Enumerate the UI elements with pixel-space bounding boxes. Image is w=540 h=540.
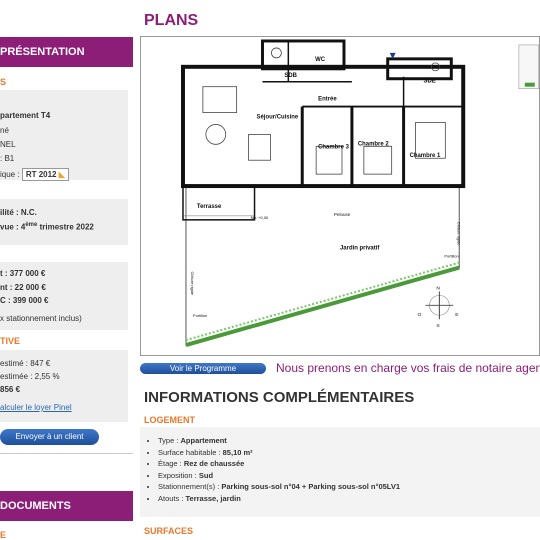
info-label: Atouts : (158, 493, 186, 503)
logement-box: Type : Appartement Surface habitable : 8… (140, 427, 540, 517)
info-label: Stationnement(s) : (158, 482, 222, 491)
calc-rent-link[interactable]: alculer le loyer Pinel (0, 403, 72, 412)
lot-state: né (0, 126, 9, 135)
floor-plan-svg: SDB WC SDE Entrée Séjour/Cuisine Chambre… (140, 36, 540, 356)
lot-label: ique : RT 2012 ◣ (0, 168, 69, 181)
fence-label-1: Clôture rigide (190, 272, 195, 296)
lot-type: partement T4 (0, 111, 51, 120)
documents-header-label: DOCUMENTS (0, 500, 71, 512)
price-line-2: nt : 22 000 € (0, 283, 46, 292)
terrace-label: Terrasse (197, 204, 222, 210)
presentation-header: PRÉSENTATION (0, 37, 133, 67)
notary-fees-banner[interactable]: Nous prenons en charge vos frais de nota… (276, 361, 540, 375)
info-value: Appartement (180, 436, 227, 445)
rent-card: estimé : 847 € estimée : 2,55 % 856 € al… (0, 350, 128, 422)
yield-estimate: estimée : 2,55 % (0, 372, 60, 381)
compass-o: O (418, 312, 422, 318)
info-value: Sud (198, 470, 214, 480)
info-label: Exposition : (158, 470, 199, 480)
room-ch2-label: Chambre 2 (358, 141, 389, 147)
gate-label-2: Portillon (444, 254, 458, 259)
rt2012-badge: RT 2012 ◣ (21, 168, 69, 181)
rent-estimate: estimé : 847 € (0, 359, 51, 368)
documents-sub: E (0, 530, 7, 540)
info-item: Stationnement(s) : Parking sous-sol n°04… (158, 481, 540, 493)
rent-other: 856 € (0, 385, 21, 394)
level-label: Niv. +0,00 (251, 215, 269, 220)
info-value: Parking sous-sol n°04 + Parking sous-sol… (221, 482, 400, 491)
info-label: Surface habitable : (158, 447, 223, 457)
room-sejour-label: Séjour/Cuisine (257, 114, 299, 120)
info-item: Surface habitable : 85,10 m² (158, 447, 540, 459)
info-value: Terrasse, jardin (185, 493, 241, 503)
surfaces-heading: SURFACES (144, 526, 194, 536)
send-to-client-button[interactable]: Envoyer à un client (0, 429, 99, 445)
logement-heading: LOGEMENT (144, 415, 195, 425)
rt2012-text: RT 2012 (25, 170, 57, 179)
delivery-sup: ème (25, 222, 38, 228)
fence-label-2: Clôture rigide (456, 222, 461, 246)
lot-summary-card: partement T4 né NEL : B1 ique : RT 2012 … (0, 90, 128, 181)
left-sidebar: PRÉSENTATION S partement T4 né NEL : B1 … (0, 0, 133, 540)
info-label: Type : (158, 436, 181, 445)
room-ch1-label: Chambre 1 (410, 153, 441, 159)
info-title: INFORMATIONS COMPLÉMENTAIRES (144, 389, 415, 406)
price-card: t : 377 000 € nt : 22 000 € C : 399 000 … (0, 262, 128, 330)
room-sde-label: SDE (423, 79, 435, 85)
info-item: Type : Appartement (158, 435, 540, 447)
see-programme-button[interactable]: Voir le Programme (140, 363, 266, 374)
rent-section-label: TIVE (0, 336, 21, 346)
price-line-3: C : 399 000 € (0, 296, 49, 305)
section-label: S (0, 77, 7, 87)
info-value: Rez de chaussée (183, 459, 245, 468)
info-item: Atouts : Terrasse, jardin (158, 493, 540, 505)
room-ch3-label: Chambre 3 (318, 144, 349, 150)
info-item: Exposition : Sud (158, 470, 540, 482)
presentation-header-label: PRÉSENTATION (0, 46, 85, 58)
floor-plan[interactable]: SDB WC SDE Entrée Séjour/Cuisine Chambre… (140, 36, 540, 356)
documents-header: DOCUMENTS (0, 491, 133, 521)
room-sdb-label: SDB (284, 73, 297, 79)
plans-title: PLANS (144, 12, 199, 29)
price-line-1: t : 377 000 € (0, 269, 46, 278)
divider (0, 453, 133, 454)
label-prefix: ique : (0, 170, 20, 179)
lawn-label: Pelouse (334, 212, 351, 217)
lot-tax: NEL (0, 140, 16, 149)
delivery: vue : 4ème trimestre 2022 (0, 222, 94, 232)
delivery-prefix: vue : 4 (0, 222, 26, 232)
logement-list: Type : Appartement Surface habitable : 8… (140, 435, 540, 504)
compass-n: N (436, 285, 440, 291)
lot-zone: : B1 (0, 154, 15, 163)
delivery-suffix: trimestre 2022 (39, 222, 94, 232)
rt-icon: ◣ (58, 170, 65, 179)
room-entree-label: Entrée (318, 97, 337, 103)
info-label: Étage : (158, 459, 184, 468)
info-value: 85,10 m² (222, 447, 253, 457)
availability: ilité : N.C. (0, 208, 37, 217)
gate-label-1: Portillon (193, 313, 207, 318)
info-item: Étage : Rez de chaussée (158, 458, 540, 470)
room-wc-label: WC (315, 57, 326, 63)
parking-note: x stationnement inclus) (0, 314, 82, 323)
delivery-card: ilité : N.C. vue : 4ème trimestre 2022 (0, 199, 128, 245)
garden-label: Jardin privatif (340, 246, 379, 252)
